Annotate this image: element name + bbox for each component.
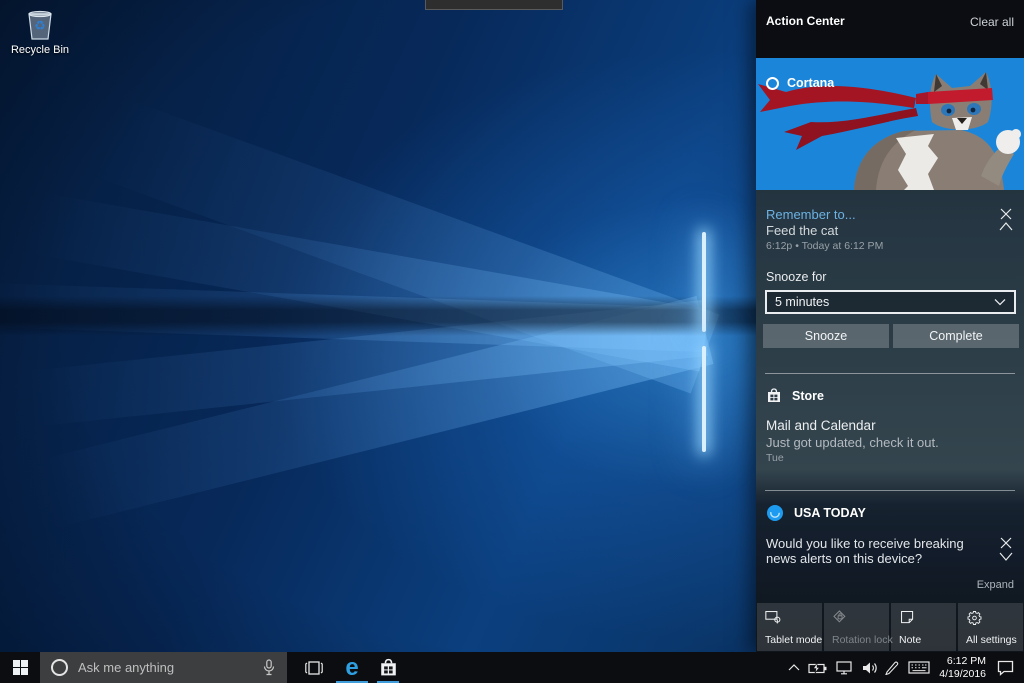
note-tile[interactable]: Note — [891, 603, 956, 651]
rotation-lock-tile[interactable]: Rotation lock — [824, 603, 889, 651]
action-center-tray-button[interactable] — [990, 652, 1020, 683]
taskbar: Ask me anything e — [0, 652, 1024, 683]
snooze-for-label: Snooze for — [766, 270, 826, 284]
usatoday-notification-body: Would you like to receive breaking news … — [766, 536, 984, 566]
windows-logo-icon — [13, 660, 28, 675]
keyboard-icon — [908, 661, 930, 674]
close-icon[interactable] — [1000, 537, 1012, 549]
action-center-header: Action Center Clear all — [756, 0, 1024, 58]
recycle-bin-icon: ♻ — [23, 6, 57, 42]
tray-overflow-button[interactable] — [783, 652, 805, 683]
store-app-name: Store — [792, 389, 824, 403]
quick-action-label: Tablet mode — [765, 634, 822, 646]
complete-button[interactable]: Complete — [893, 324, 1019, 348]
cortana-app-row: Cortana — [766, 76, 834, 90]
action-center-title: Action Center — [766, 14, 845, 28]
recycle-bin-shortcut[interactable]: ♻ Recycle Bin — [4, 6, 76, 56]
store-app-row: Store — [767, 388, 824, 403]
microphone-icon[interactable] — [263, 659, 275, 676]
pen-icon — [884, 660, 899, 675]
hidden-window-titlebar[interactable] — [425, 0, 563, 10]
close-icon[interactable] — [1000, 208, 1012, 220]
cortana-notification-card[interactable]: Cortana — [756, 58, 1024, 190]
clock-time: 6:12 PM — [928, 655, 986, 668]
action-center-panel: Action Center Clear all — [756, 0, 1024, 652]
chevron-up-icon[interactable] — [999, 222, 1013, 231]
svg-text:♻: ♻ — [34, 18, 46, 33]
store-notification-timestamp: Tue — [766, 452, 784, 464]
quick-action-label: All settings — [966, 634, 1017, 646]
battery-charging-icon — [808, 662, 828, 674]
pen-tray-button[interactable] — [878, 652, 904, 683]
store-notification-card[interactable]: Store Mail and Calendar Just got updated… — [756, 373, 1024, 490]
taskbar-clock[interactable]: 6:12 PM 4/19/2016 — [928, 655, 986, 680]
reminder-buttons: Snooze Complete — [763, 324, 1019, 348]
reminder-timestamp: 6:12p • Today at 6:12 PM — [766, 240, 883, 252]
edge-icon: e — [345, 655, 358, 681]
all-settings-tile[interactable]: All settings — [958, 603, 1023, 651]
store-taskbar-button[interactable] — [372, 652, 404, 683]
cortana-search-box[interactable]: Ask me anything — [40, 652, 287, 683]
search-placeholder: Ask me anything — [78, 660, 263, 675]
gear-icon — [966, 609, 983, 626]
note-icon — [899, 609, 916, 626]
clear-all-button[interactable]: Clear all — [970, 15, 1014, 29]
battery-tray-button[interactable] — [805, 652, 831, 683]
quick-action-label: Rotation lock — [832, 634, 893, 646]
network-tray-button[interactable] — [831, 652, 857, 683]
start-button[interactable] — [0, 652, 40, 683]
cortana-app-name: Cortana — [787, 76, 834, 90]
task-view-button[interactable] — [296, 652, 332, 683]
chevron-up-icon — [788, 664, 800, 671]
quick-actions-row: Tablet mode Rotation lock Note All setti… — [757, 603, 1023, 651]
tablet-mode-icon — [765, 609, 782, 626]
store-icon — [380, 658, 397, 677]
recycle-bin-label: Recycle Bin — [4, 44, 76, 56]
expand-link[interactable]: Expand — [977, 579, 1014, 591]
snooze-duration-select[interactable]: 5 minutes — [765, 290, 1016, 314]
snooze-button[interactable]: Snooze — [763, 324, 889, 348]
usatoday-app-name: USA TODAY — [794, 506, 866, 520]
cortana-ring-icon — [51, 659, 68, 676]
store-icon — [767, 388, 781, 403]
reminder-body: Feed the cat — [766, 223, 838, 238]
chevron-down-icon — [994, 298, 1006, 306]
store-notification-body: Just got updated, check it out. — [766, 435, 939, 450]
rotation-lock-icon — [832, 609, 849, 626]
ethernet-network-icon — [835, 661, 853, 675]
reminder-card: Remember to... Feed the cat 6:12p • Toda… — [756, 190, 1024, 373]
usatoday-notification-card[interactable]: USA TODAY Would you like to receive brea… — [756, 490, 1024, 603]
chevron-down-icon[interactable] — [999, 552, 1013, 561]
store-notification-title: Mail and Calendar — [766, 418, 876, 433]
clock-date: 4/19/2016 — [928, 668, 986, 681]
edge-taskbar-button[interactable]: e — [334, 652, 370, 683]
snooze-duration-value: 5 minutes — [775, 295, 994, 309]
quick-action-label: Note — [899, 634, 921, 646]
tablet-mode-tile[interactable]: Tablet mode — [757, 603, 822, 651]
reminder-title: Remember to... — [766, 207, 856, 222]
task-view-icon — [305, 661, 323, 675]
usatoday-app-row: USA TODAY — [767, 505, 866, 521]
cortana-icon — [766, 77, 779, 90]
notification-bubble-icon — [997, 660, 1014, 676]
usatoday-logo-icon — [767, 505, 783, 521]
speaker-icon — [862, 661, 878, 675]
